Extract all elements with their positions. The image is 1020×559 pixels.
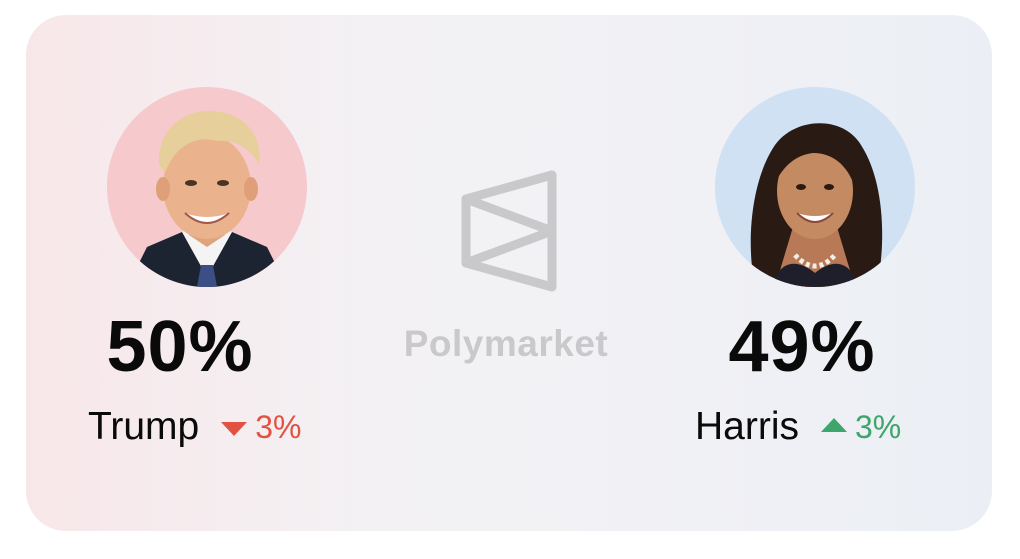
up-triangle-icon — [821, 417, 847, 432]
polymarket-logo-icon — [461, 170, 557, 292]
harris-portrait-icon — [715, 87, 915, 287]
harris-name-row: Harris 3% — [695, 407, 901, 446]
trump-portrait-icon — [107, 87, 307, 287]
harris-percent: 49% — [728, 307, 876, 387]
trump-name-row: Trump 3% — [88, 407, 301, 446]
trump-percent: 50% — [106, 307, 254, 387]
harris-change-badge: 3% — [821, 411, 901, 443]
trump-change-value: 3% — [255, 408, 302, 445]
candidate-trump[interactable]: 50% Trump 3% — [26, 15, 386, 531]
election-odds-card: 50% Trump 3% Polymarket 49% Harris 3% — [26, 15, 992, 531]
down-triangle-icon — [221, 421, 248, 436]
harris-change-value: 3% — [855, 408, 902, 445]
candidate-harris[interactable]: 49% Harris 3% — [632, 15, 992, 531]
trump-name: Trump — [88, 405, 200, 448]
polymarket-wordmark: Polymarket — [403, 323, 609, 364]
harris-avatar — [715, 87, 915, 287]
trump-avatar — [107, 87, 307, 287]
harris-name: Harris — [695, 405, 799, 448]
trump-change-badge: 3% — [221, 411, 301, 443]
polymarket-brand: Polymarket — [386, 165, 626, 385]
